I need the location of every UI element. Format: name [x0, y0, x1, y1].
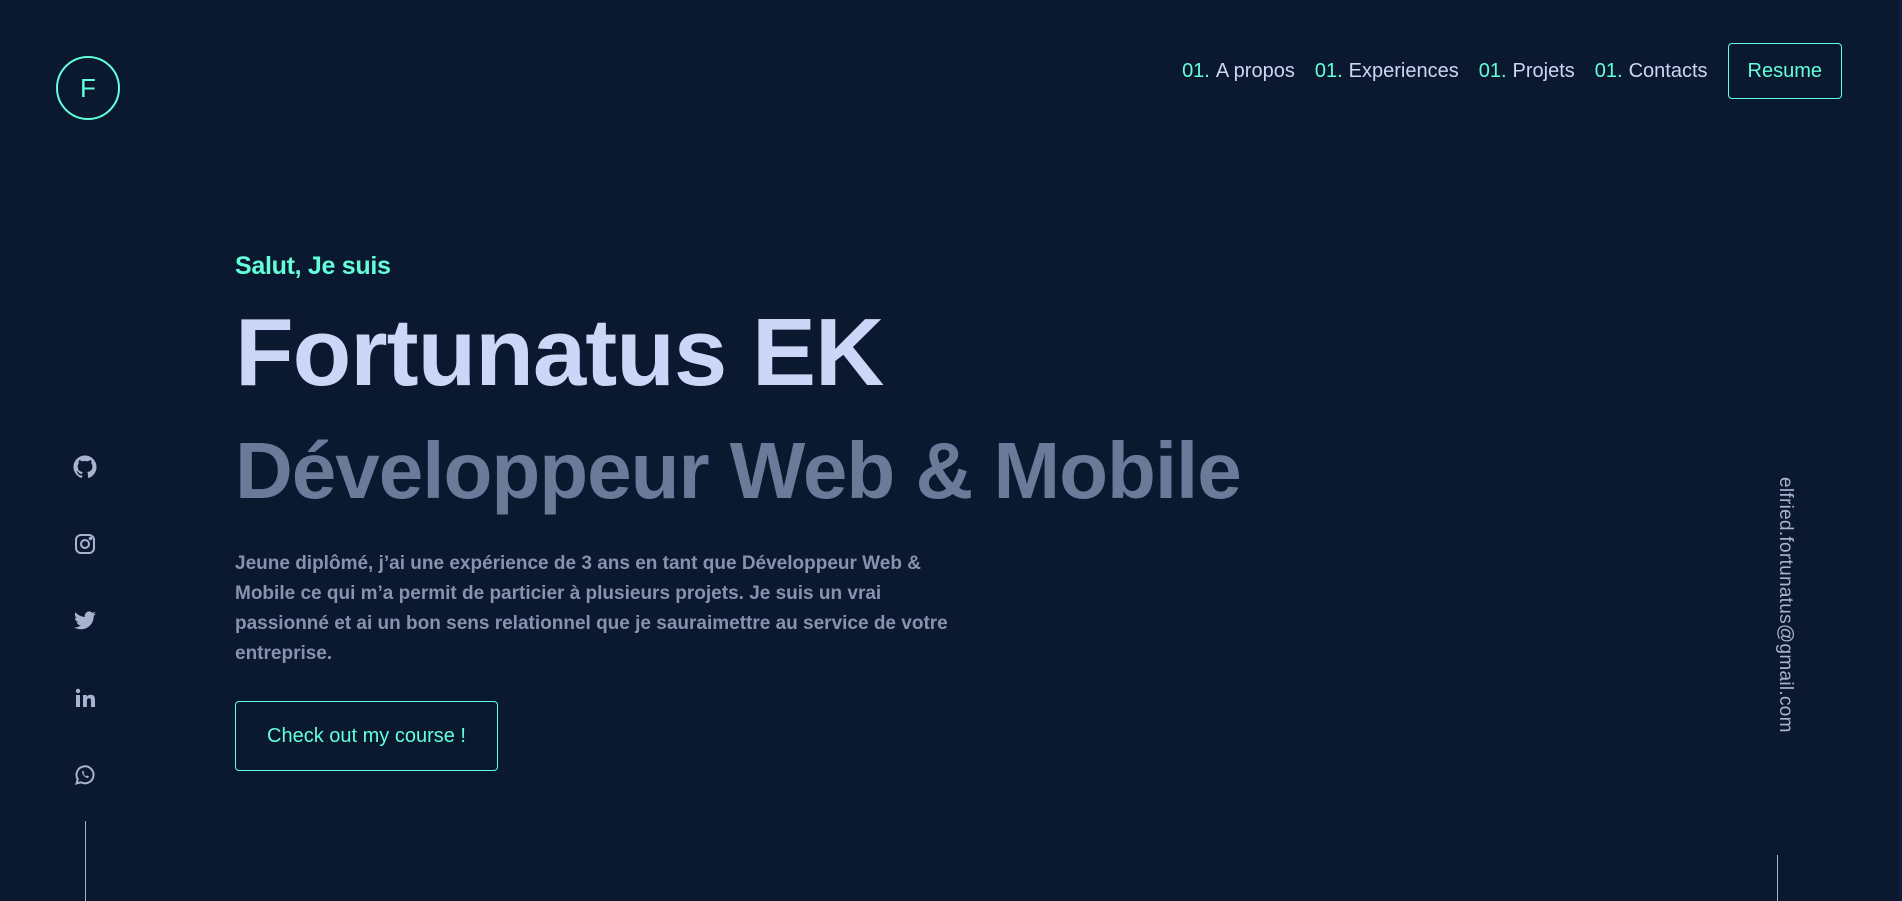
nav-item-experiences[interactable]: 01. Experiences [1315, 60, 1459, 83]
nav-item-label: A propos [1215, 59, 1295, 82]
top-nav: 01. A propos 01. Experiences 01. Projets… [1182, 43, 1842, 99]
resume-button[interactable]: Resume [1727, 43, 1842, 99]
nav-item-label: Contacts [1628, 59, 1708, 82]
twitter-icon[interactable] [73, 609, 97, 633]
nav-item-label: Projets [1512, 59, 1575, 82]
hero-tagline: Développeur Web & Mobile [235, 426, 1242, 515]
check-out-course-button[interactable]: Check out my course ! [235, 701, 498, 771]
logo-letter: F [80, 72, 96, 103]
hero-description: Jeune diplômé, j’ai une expérience de 3 … [235, 553, 948, 664]
hero-name: Fortunatus EK [235, 299, 884, 406]
logo[interactable]: F [56, 56, 120, 120]
github-icon[interactable] [73, 455, 97, 479]
nav-item-contacts[interactable]: 01. Contacts [1595, 60, 1708, 83]
email-link[interactable]: elfried.fortunatus@gmail.com [1774, 477, 1796, 733]
greeting: Salut, Je suis [235, 252, 391, 280]
nav-item-number: 01. [1594, 59, 1623, 82]
hero-section: Salut, Je suis Fortunatus EK Développeur… [235, 252, 1242, 771]
page: F 01. A propos 01. Experiences 01. Proje… [0, 0, 1902, 901]
right-vertical-line [1777, 855, 1778, 901]
nav-item-projets[interactable]: 01. Projets [1479, 60, 1575, 83]
social-links [73, 455, 97, 840]
nav-item-number: 01. [1182, 59, 1210, 82]
left-vertical-line [85, 821, 86, 901]
nav-item-label: Experiences [1348, 59, 1459, 82]
linkedin-icon[interactable] [73, 686, 97, 710]
instagram-icon[interactable] [73, 532, 97, 556]
nav-item-number: 01. [1314, 59, 1343, 82]
nav-item-number: 01. [1478, 59, 1507, 82]
nav-item-a-propos[interactable]: 01. A propos [1182, 60, 1295, 83]
whatsapp-icon[interactable] [73, 763, 97, 787]
